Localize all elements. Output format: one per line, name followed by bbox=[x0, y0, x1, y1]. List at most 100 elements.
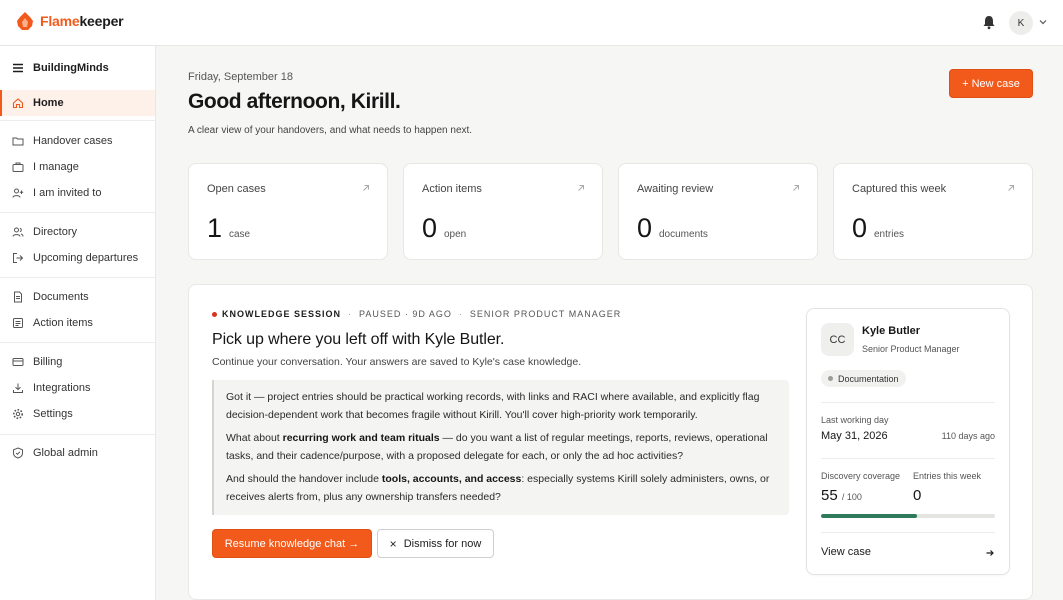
stat-label: Open cases bbox=[207, 183, 266, 195]
folders-icon bbox=[12, 137, 24, 146]
exit-icon bbox=[13, 253, 24, 263]
sidebar-item-label: Documents bbox=[33, 291, 89, 303]
stat-card-open-cases[interactable]: Open cases 1 case bbox=[188, 163, 388, 260]
sidebar-item-label: I manage bbox=[33, 161, 79, 173]
status-dot-icon bbox=[212, 311, 217, 317]
stat-label: Captured this week bbox=[852, 183, 947, 195]
coverage-value: 55 / 100 bbox=[821, 487, 862, 504]
page-title: Good afternoon, Kirill. bbox=[188, 90, 401, 113]
sidebar-item-label: Directory bbox=[33, 226, 78, 238]
briefcase-icon bbox=[12, 162, 24, 172]
arrow-up-right-icon bbox=[793, 185, 799, 191]
stat-unit: entries bbox=[874, 229, 905, 240]
resume-chat-button[interactable]: Resume knowledge chat → bbox=[212, 529, 372, 558]
entries-value: 0 bbox=[913, 487, 922, 504]
top-bar: Flamekeeper K bbox=[0, 0, 1063, 46]
coverage-progress-bar bbox=[821, 514, 995, 518]
session-subtitle: Continue your conversation. Your answers… bbox=[212, 356, 582, 368]
page-subtitle: A clear view of your handovers, and what… bbox=[188, 125, 473, 136]
new-case-button[interactable]: + New case bbox=[949, 69, 1033, 98]
days-ago: 110 days ago bbox=[941, 431, 995, 441]
close-icon: × bbox=[389, 536, 397, 551]
brand-name-accent: Flame bbox=[40, 13, 80, 29]
sidebar-item-action-items[interactable]: Action items bbox=[0, 310, 155, 336]
users-icon bbox=[12, 227, 24, 237]
divider bbox=[821, 402, 995, 403]
sidebar-item-i-am-invited-to[interactable]: I am invited to bbox=[0, 180, 155, 206]
bell-icon[interactable] bbox=[981, 14, 997, 30]
sidebar-item-billing[interactable]: Billing bbox=[0, 349, 155, 375]
current-date: Friday, September 18 bbox=[188, 71, 293, 83]
sidebar-item-home[interactable]: Home bbox=[0, 90, 155, 116]
sidebar-item-upcoming-departures[interactable]: Upcoming departures bbox=[0, 245, 155, 271]
divider bbox=[821, 458, 995, 459]
stat-value: 1 bbox=[207, 213, 223, 243]
last-day-value: May 31, 2026 bbox=[821, 430, 888, 442]
person-card: CC Kyle Butler Senior Product Manager Do… bbox=[806, 308, 1010, 575]
session-role: SENIOR PRODUCT MANAGER bbox=[469, 309, 622, 319]
sidebar-divider bbox=[0, 212, 155, 213]
sidebar-item-label: Global admin bbox=[33, 447, 98, 459]
sidebar-item-label: Action items bbox=[33, 317, 93, 329]
workspace-switcher[interactable]: BuildingMinds bbox=[12, 62, 109, 74]
stat-unit: open bbox=[444, 229, 467, 240]
sidebar-divider bbox=[0, 277, 155, 278]
kicker-separator: · bbox=[458, 309, 463, 319]
sidebar-item-settings[interactable]: Settings bbox=[0, 401, 155, 427]
quote-text: And should the handover include bbox=[226, 473, 382, 485]
stat-label: Action items bbox=[422, 183, 482, 195]
chevron-down-icon[interactable] bbox=[1038, 17, 1048, 27]
arrow-right-icon[interactable] bbox=[985, 548, 995, 558]
sidebar: BuildingMinds Home Handover cases I mana… bbox=[0, 46, 156, 600]
sidebar-item-label: Home bbox=[33, 97, 64, 109]
dismiss-button[interactable]: × Dismiss for now bbox=[377, 529, 494, 558]
stat-unit: case bbox=[229, 229, 251, 240]
stat-value: 0 bbox=[422, 213, 438, 243]
download-icon bbox=[13, 383, 23, 393]
avatar[interactable]: K bbox=[1009, 11, 1033, 35]
session-status: PAUSED · 9D AGO bbox=[359, 309, 452, 319]
sidebar-item-documents[interactable]: Documents bbox=[0, 284, 155, 310]
sidebar-divider bbox=[0, 342, 155, 343]
sidebar-item-global-admin[interactable]: Global admin bbox=[0, 440, 155, 466]
shield-icon bbox=[13, 447, 23, 459]
sidebar-item-label: Handover cases bbox=[33, 135, 113, 147]
session-kicker: KNOWLEDGE SESSION · PAUSED · 9D AGO · SE… bbox=[212, 309, 621, 319]
menu-icon bbox=[13, 63, 23, 73]
quote-paragraph: What about recurring work and team ritua… bbox=[226, 430, 777, 465]
status-badge: Documentation bbox=[821, 370, 906, 387]
workspace-name: BuildingMinds bbox=[33, 62, 109, 74]
user-plus-icon bbox=[12, 188, 24, 198]
coverage-number: 55 bbox=[821, 487, 838, 504]
entries-label: Entries this week bbox=[913, 471, 982, 481]
stat-card-awaiting-review[interactable]: Awaiting review 0 documents bbox=[618, 163, 818, 260]
arrow-up-right-icon bbox=[363, 185, 369, 191]
sidebar-item-handover-cases[interactable]: Handover cases bbox=[0, 128, 155, 154]
view-case-link[interactable]: View case bbox=[821, 546, 871, 558]
sidebar-item-i-manage[interactable]: I manage bbox=[0, 154, 155, 180]
person-name: Kyle Butler bbox=[862, 325, 921, 337]
sidebar-item-label: Billing bbox=[33, 356, 63, 368]
stat-unit: documents bbox=[659, 229, 708, 240]
coverage-total: / 100 bbox=[841, 492, 862, 502]
quote-paragraph: Got it — project entries should be pract… bbox=[226, 391, 760, 421]
document-icon bbox=[14, 291, 22, 303]
sidebar-item-integrations[interactable]: Integrations bbox=[0, 375, 155, 401]
brand-logo[interactable]: Flamekeeper bbox=[16, 11, 124, 31]
person-role: Senior Product Manager bbox=[862, 344, 960, 354]
sidebar-item-label: I am invited to bbox=[33, 187, 102, 199]
session-title: Pick up where you left off with Kyle But… bbox=[212, 331, 505, 348]
badge-label: Documentation bbox=[838, 373, 899, 384]
quote-emphasis: tools, accounts, and access bbox=[381, 473, 522, 485]
stat-label: Awaiting review bbox=[637, 183, 714, 195]
quote-text: What about bbox=[226, 432, 283, 444]
stat-card-captured-this-week[interactable]: Captured this week 0 entries bbox=[833, 163, 1033, 260]
stat-card-action-items[interactable]: Action items 0 open bbox=[403, 163, 603, 260]
sidebar-item-label: Settings bbox=[33, 408, 73, 420]
home-icon bbox=[12, 98, 24, 109]
sidebar-item-label: Upcoming departures bbox=[33, 252, 139, 264]
last-day-label: Last working day bbox=[821, 415, 889, 425]
arrow-up-right-icon bbox=[1008, 185, 1014, 191]
divider bbox=[821, 532, 995, 533]
sidebar-item-directory[interactable]: Directory bbox=[0, 219, 155, 245]
